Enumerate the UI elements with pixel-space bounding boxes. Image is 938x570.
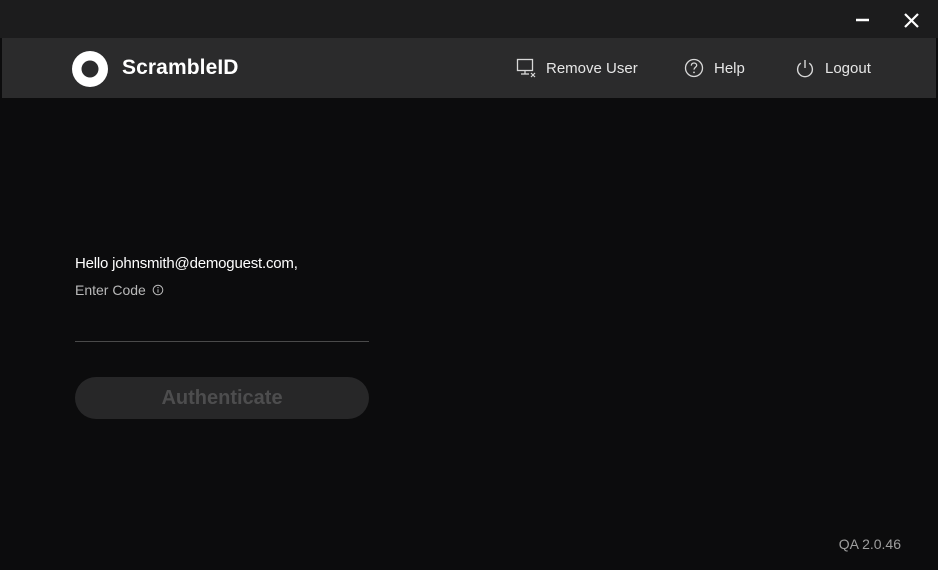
app-window: ScrambleID Remove User Help Logout Hello… [0, 0, 938, 570]
info-icon[interactable] [152, 284, 164, 296]
help-icon [684, 58, 704, 78]
app-name: ScrambleID [122, 56, 239, 79]
greeting-text: Hello johnsmith@demoguest.com, [75, 255, 298, 272]
close-button[interactable] [888, 0, 934, 38]
logout-label: Logout [825, 59, 871, 77]
help-label: Help [714, 59, 745, 77]
enter-code-label: Enter Code [75, 282, 164, 298]
title-bar [0, 0, 938, 38]
code-input[interactable] [75, 305, 369, 342]
close-icon [904, 13, 919, 28]
minimize-icon [856, 18, 869, 22]
app-header: ScrambleID Remove User Help Logout [2, 38, 936, 98]
remove-user-button[interactable]: Remove User [515, 38, 638, 98]
help-button[interactable]: Help [683, 38, 745, 98]
remove-user-label: Remove User [546, 59, 638, 77]
scrambleid-logo-icon [72, 51, 108, 87]
power-icon [796, 60, 814, 78]
minimize-button[interactable] [840, 0, 886, 38]
version-label: QA 2.0.46 [838, 536, 901, 552]
remove-user-icon [516, 58, 536, 78]
logout-button[interactable]: Logout [794, 38, 871, 98]
authenticate-button[interactable]: Authenticate [75, 377, 369, 419]
enter-code-text: Enter Code [75, 282, 146, 298]
